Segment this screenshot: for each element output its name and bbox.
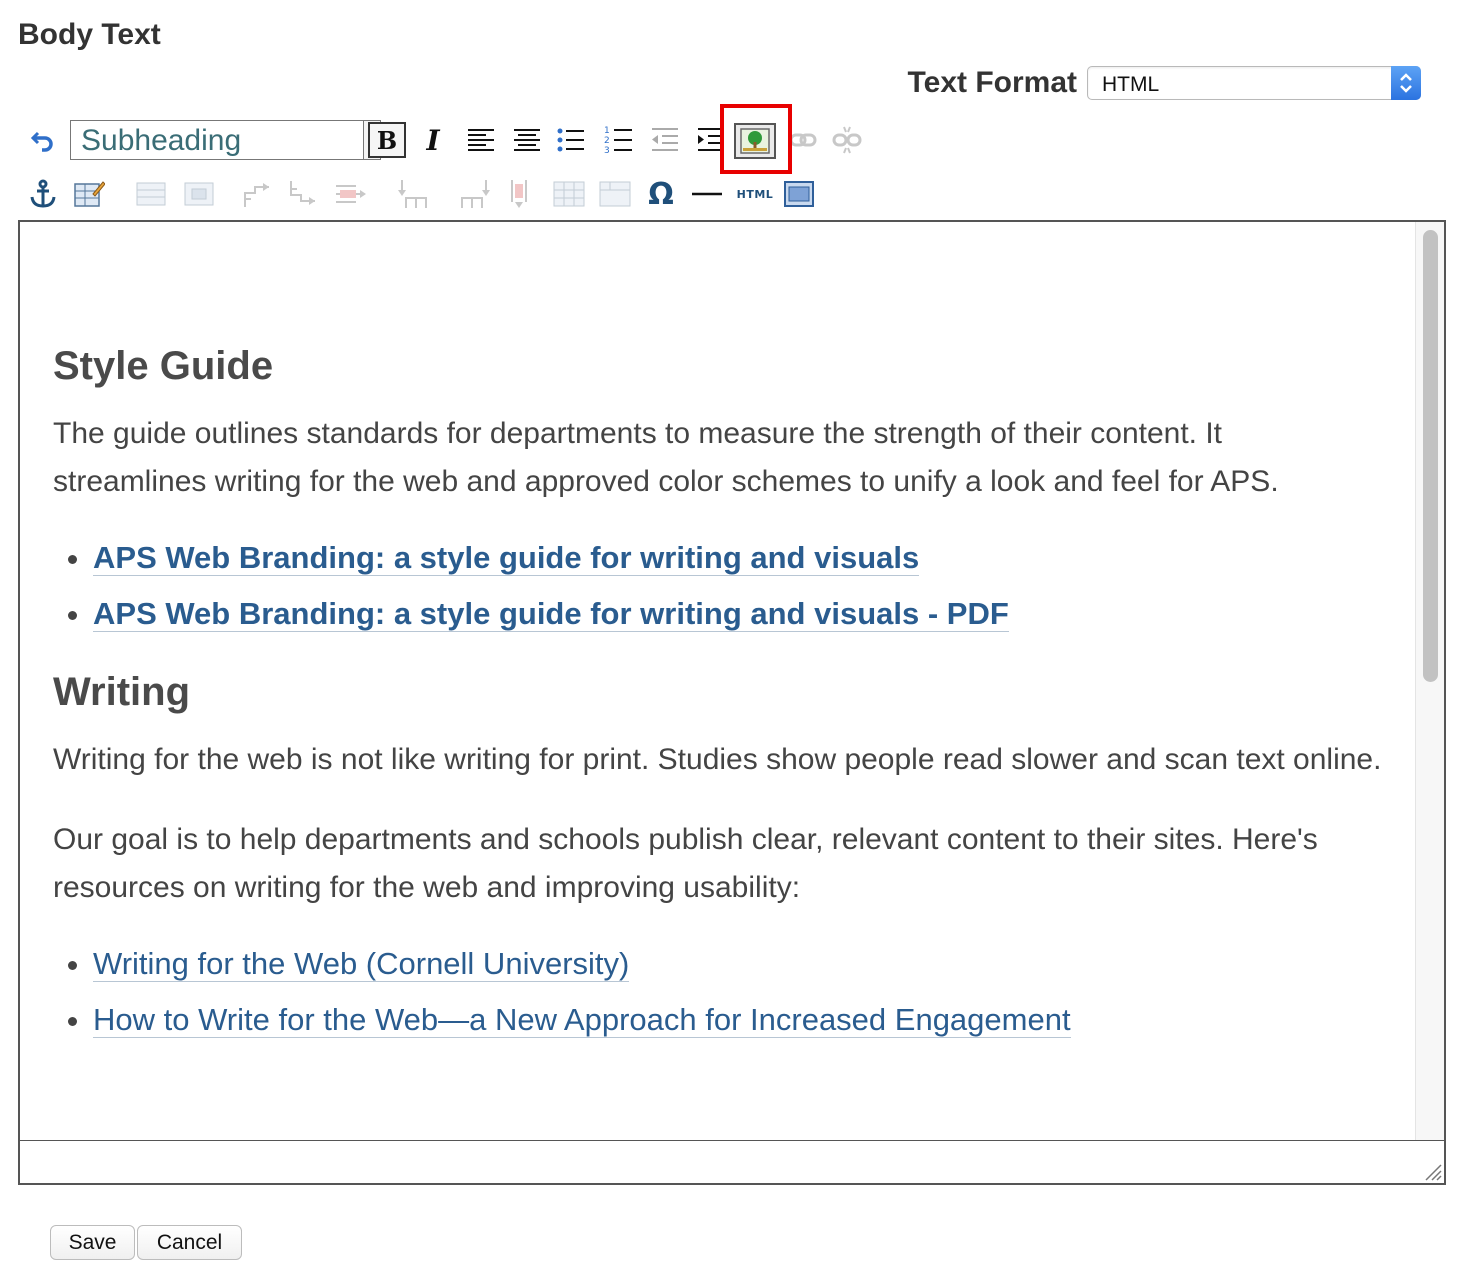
style-select[interactable]: Subheading — [70, 120, 381, 160]
html-icon: HTML — [736, 187, 774, 201]
insert-row-after-icon[interactable] — [286, 172, 320, 216]
horizontal-rule-icon[interactable] — [690, 172, 724, 216]
merge-cells-icon[interactable] — [598, 172, 632, 216]
editor-statusbar — [18, 1140, 1446, 1185]
insert-col-after-icon[interactable] — [458, 172, 492, 216]
writing-link-list: Writing for the Web (Cornell University)… — [53, 936, 1383, 1048]
undo-icon[interactable] — [26, 118, 60, 162]
outdent-icon[interactable] — [648, 118, 682, 162]
list-item: APS Web Branding: a style guide for writ… — [93, 586, 1383, 642]
style-guide-pdf-link[interactable]: APS Web Branding: a style guide for writ… — [93, 596, 1009, 632]
highlight-box — [720, 104, 792, 174]
split-cells-icon[interactable] — [552, 172, 586, 216]
style-select-value: Subheading — [81, 124, 242, 157]
text-format-row: Text Format HTML — [908, 66, 1421, 100]
bold-button[interactable]: B — [368, 122, 406, 158]
align-left-icon[interactable] — [464, 118, 498, 162]
cancel-button[interactable]: Cancel — [137, 1225, 242, 1260]
style-guide-link-list: APS Web Branding: a style guide for writ… — [53, 530, 1383, 642]
insert-col-before-icon[interactable] — [396, 172, 430, 216]
table-row-props-icon[interactable] — [134, 172, 168, 216]
svg-text:2: 2 — [604, 136, 610, 146]
text-format-value: HTML — [1102, 73, 1160, 96]
table-cell-props-icon[interactable] — [182, 172, 216, 216]
text-format-select[interactable]: HTML — [1087, 66, 1421, 100]
heading-writing: Writing — [53, 670, 191, 714]
delete-col-icon[interactable] — [502, 172, 536, 216]
svg-text:1: 1 — [604, 126, 610, 136]
paragraph-writing-1: Writing for the web is not like writing … — [53, 743, 1382, 776]
list-item: Writing for the Web (Cornell University) — [93, 936, 1383, 992]
field-label: Body Text — [18, 18, 161, 51]
heading-style-guide: Style Guide — [53, 344, 274, 388]
editor-toolbar-row-2: Ω HTML — [26, 172, 826, 216]
bulleted-list-icon[interactable] — [554, 118, 588, 162]
editor-scrollbar[interactable] — [1415, 222, 1444, 1140]
svg-text:3: 3 — [604, 146, 610, 155]
omega-icon: Ω — [648, 176, 674, 212]
italic-button[interactable]: I — [416, 118, 450, 162]
html-source-button[interactable]: HTML — [732, 172, 778, 216]
cornell-link[interactable]: Writing for the Web (Cornell University) — [93, 946, 630, 982]
numbered-list-icon[interactable]: 123 — [602, 118, 636, 162]
text-format-label: Text Format — [907, 66, 1077, 99]
style-guide-link[interactable]: APS Web Branding: a style guide for writ… — [93, 540, 920, 576]
unlink-icon[interactable] — [830, 118, 864, 162]
scrollbar-thumb[interactable] — [1423, 230, 1438, 682]
list-item: APS Web Branding: a style guide for writ… — [93, 530, 1383, 586]
edit-table-icon[interactable] — [72, 172, 106, 216]
engagement-link[interactable]: How to Write for the Web—a New Approach … — [93, 1002, 1071, 1038]
paragraph-style-guide: The guide outlines standards for departm… — [53, 417, 1279, 498]
delete-row-icon[interactable] — [334, 172, 368, 216]
special-char-button[interactable]: Ω — [644, 172, 678, 216]
insert-row-before-icon[interactable] — [240, 172, 274, 216]
paragraph-writing-2: Our goal is to help departments and scho… — [53, 823, 1318, 904]
rich-text-editor[interactable]: Style Guide The guide outlines standards… — [18, 220, 1446, 1142]
chevron-updown-icon — [1391, 66, 1421, 100]
align-center-icon[interactable] — [510, 118, 544, 162]
list-item: How to Write for the Web—a New Approach … — [93, 992, 1383, 1048]
fullscreen-icon[interactable] — [782, 172, 816, 216]
save-button[interactable]: Save — [50, 1225, 135, 1260]
italic-icon: I — [426, 123, 440, 157]
anchor-icon[interactable] — [26, 172, 60, 216]
resize-handle-icon[interactable] — [1422, 1161, 1442, 1181]
bold-icon: B — [376, 125, 398, 155]
editor-content: Style Guide The guide outlines standards… — [53, 342, 1383, 1048]
